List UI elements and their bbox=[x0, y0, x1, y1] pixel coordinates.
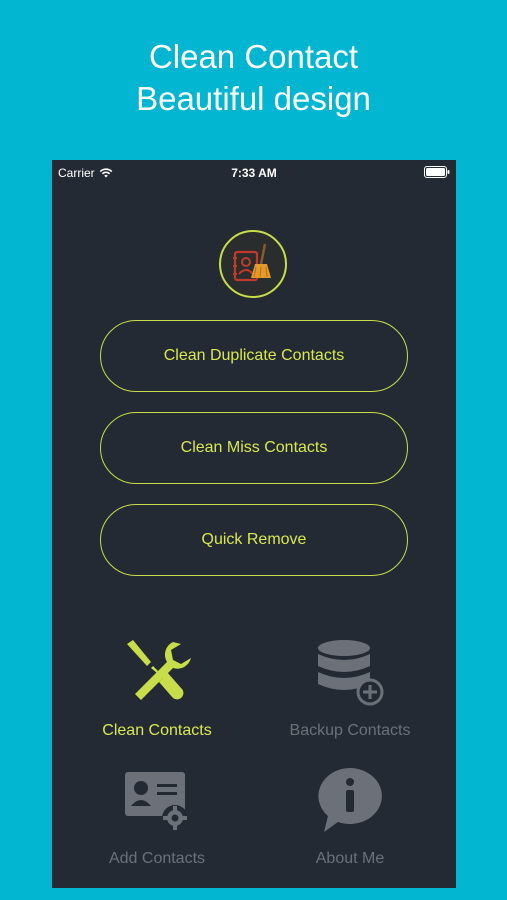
tab-backup-contacts[interactable]: Backup Contacts bbox=[260, 632, 440, 752]
database-add-icon bbox=[310, 632, 390, 712]
status-time: 7:33 AM bbox=[231, 166, 277, 180]
promo-title: Clean Contact bbox=[148, 38, 359, 75]
tab-clean-contacts-label: Clean Contacts bbox=[102, 722, 212, 739]
contacts-broom-icon bbox=[233, 243, 271, 282]
promo-header: Clean Contact Beautiful design bbox=[0, 36, 507, 120]
tab-clean-contacts[interactable]: Clean Contacts bbox=[67, 632, 247, 752]
tab-add-contacts-label: Add Contacts bbox=[108, 850, 206, 867]
battery-icon bbox=[424, 166, 450, 181]
tools-icon bbox=[117, 632, 197, 712]
tab-about-me[interactable]: About Me bbox=[260, 760, 440, 880]
tab-add-contacts[interactable]: Add Contacts bbox=[67, 760, 247, 880]
tab-about-me-label: About Me bbox=[315, 850, 385, 867]
clean-miss-contacts-button[interactable]: Clean Miss Contacts bbox=[100, 412, 408, 484]
status-bar: Carrier 7:33 AM bbox=[52, 160, 456, 182]
phone-screen: Carrier 7:33 AM Clean Duplicate Contacts… bbox=[52, 160, 456, 888]
info-bubble-icon bbox=[310, 760, 390, 840]
app-logo bbox=[219, 230, 287, 298]
tab-backup-contacts-label: Backup Contacts bbox=[289, 722, 411, 739]
contact-card-settings-icon bbox=[117, 760, 197, 840]
clean-duplicate-contacts-button[interactable]: Clean Duplicate Contacts bbox=[100, 320, 408, 392]
promo-subtitle: Beautiful design bbox=[136, 80, 371, 117]
quick-remove-button[interactable]: Quick Remove bbox=[100, 504, 408, 576]
